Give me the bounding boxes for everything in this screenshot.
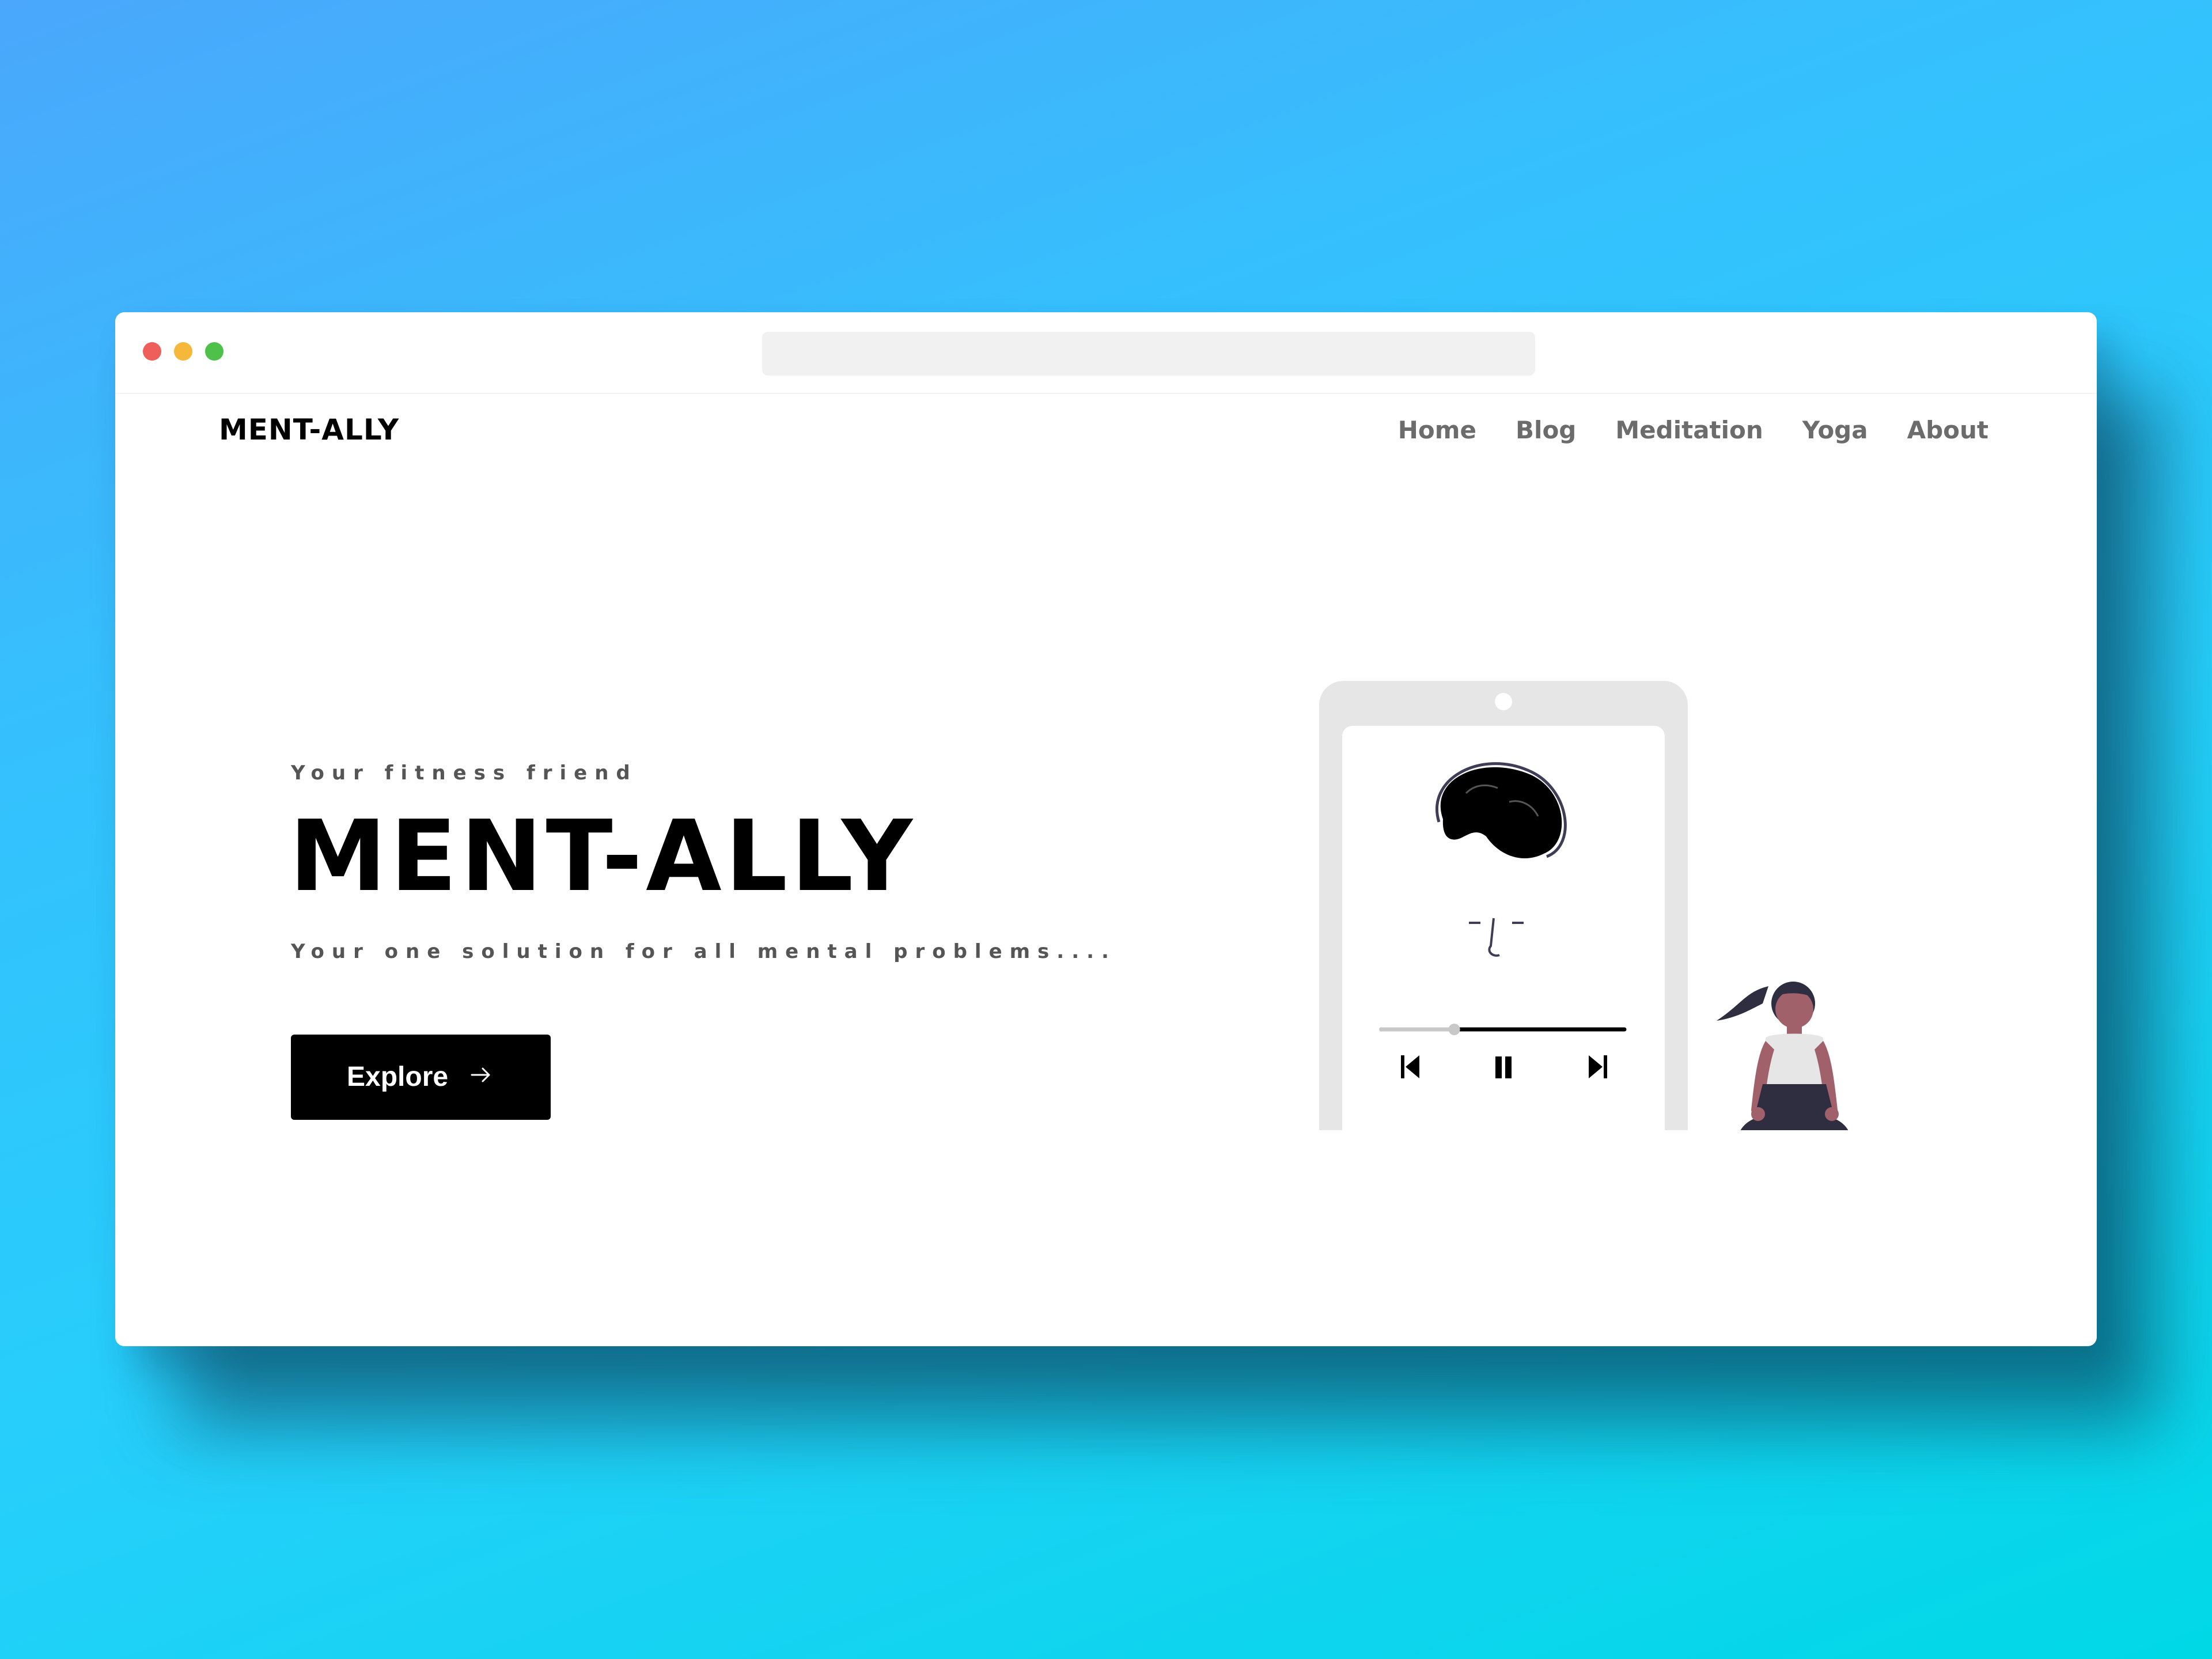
- maximize-window-button[interactable]: [205, 342, 224, 361]
- explore-button[interactable]: Explore: [291, 1035, 551, 1120]
- meditation-illustration: [1319, 681, 1849, 1130]
- hero-title: MENT-ALLY: [289, 800, 916, 914]
- site-logo[interactable]: MENT-ALLY: [219, 413, 399, 446]
- minimize-window-button[interactable]: [174, 342, 192, 361]
- nav-home[interactable]: Home: [1398, 416, 1476, 444]
- progress-knob[interactable]: [1448, 1024, 1460, 1035]
- address-bar[interactable]: [762, 332, 1535, 376]
- explore-button-label: Explore: [347, 1062, 449, 1092]
- nav-meditation[interactable]: Meditation: [1615, 416, 1763, 444]
- nav-about[interactable]: About: [1907, 416, 1988, 444]
- tablet-graphic: [1319, 681, 1688, 1130]
- close-window-button[interactable]: [143, 342, 161, 361]
- main-nav: Home Blog Meditation Yoga About: [1398, 416, 1988, 444]
- browser-titlebar: [115, 312, 2097, 394]
- arrow-right-icon: [471, 1067, 490, 1082]
- hero-tagline: Your fitness friend: [291, 762, 638, 785]
- browser-window: MENT-ALLY Home Blog Meditation Yoga Abou…: [115, 312, 2097, 1346]
- nav-blog[interactable]: Blog: [1516, 416, 1576, 444]
- hero-subtitle: Your one solution for all mental problem…: [291, 940, 1116, 963]
- nav-yoga[interactable]: Yoga: [1802, 416, 1868, 444]
- meditating-woman-figure: [1717, 982, 1849, 1130]
